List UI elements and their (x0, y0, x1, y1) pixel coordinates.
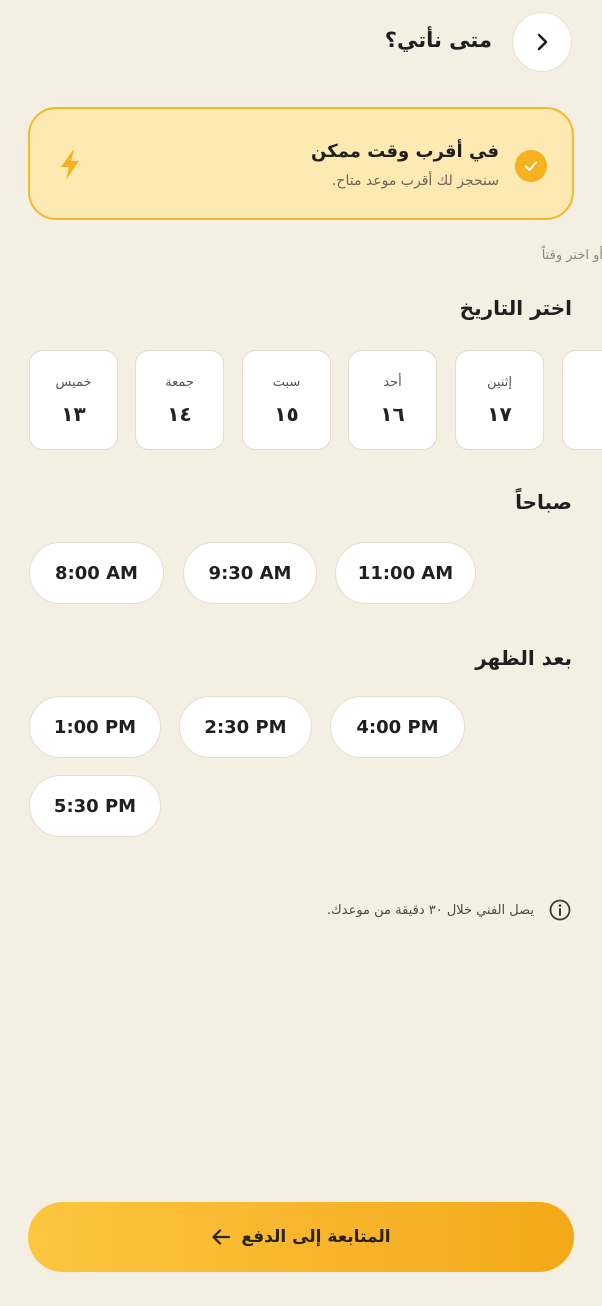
or-choose-time-label: أو اختر وقتاً (541, 248, 602, 263)
info-icon (549, 899, 571, 921)
time-slot-button[interactable]: 11:00 AM (335, 542, 476, 604)
cta-label: المتابعة إلى الدفع (241, 1227, 391, 1247)
asap-subtitle: سنحجز لك أقرب موعد متاح. (331, 173, 499, 189)
date-card[interactable]: إثنين ١٧ (455, 350, 544, 450)
time-slot-button[interactable]: 2:30 PM (179, 696, 312, 758)
date-day-label: إثنين (487, 374, 512, 390)
date-day-label: جمعة (165, 374, 194, 390)
date-picker-row[interactable]: إثنين ١٧ أحد ١٦ سبت ١٥ جمعة ١٤ خميس ١٣ (0, 350, 602, 450)
arrow-left-icon (211, 1228, 231, 1246)
bolt-icon (58, 149, 82, 185)
date-day-label: سبت (272, 374, 301, 390)
time-slot-button[interactable]: 8:00 AM (29, 542, 164, 604)
date-card[interactable]: جمعة ١٤ (135, 350, 224, 450)
date-number: ١٤ (167, 401, 192, 426)
date-number: ١٥ (274, 401, 299, 426)
time-slot-button[interactable]: 5:30 PM (29, 775, 161, 837)
date-section-title: اختر التاريخ (459, 296, 572, 320)
selected-check-icon (515, 150, 547, 182)
time-slot-button[interactable]: 4:00 PM (330, 696, 465, 758)
date-card[interactable]: سبت ١٥ (242, 350, 331, 450)
date-number: ١٣ (61, 401, 86, 426)
info-text: يصل الفني خلال ٣٠ دقيقة من موعدك. (326, 902, 534, 918)
asap-title: في أقرب وقت ممكن (311, 141, 499, 162)
time-slot-button[interactable]: 9:30 AM (183, 542, 317, 604)
chevron-right-icon (537, 33, 548, 51)
afternoon-section-title: بعد الظهر (475, 646, 572, 670)
date-day-label: خميس (55, 374, 92, 390)
date-day-label: أحد (383, 374, 402, 390)
header: متى نأتي؟ (0, 12, 602, 74)
time-slot-button[interactable]: 1:00 PM (29, 696, 161, 758)
date-card[interactable]: خميس ١٣ (29, 350, 118, 450)
date-card-partial[interactable] (562, 350, 602, 450)
arrival-info-note: يصل الفني خلال ٣٠ دقيقة من موعدك. (327, 897, 572, 923)
back-button[interactable] (512, 12, 572, 72)
date-number: ١٦ (380, 401, 405, 426)
date-card[interactable]: أحد ١٦ (348, 350, 437, 450)
page-title: متى نأتي؟ (384, 28, 492, 52)
continue-to-payment-button[interactable]: المتابعة إلى الدفع (28, 1202, 574, 1272)
date-number: ١٧ (487, 401, 512, 426)
morning-section-title: صباحاً (515, 490, 572, 514)
asap-option-card[interactable]: في أقرب وقت ممكن سنحجز لك أقرب موعد متاح… (28, 107, 574, 220)
